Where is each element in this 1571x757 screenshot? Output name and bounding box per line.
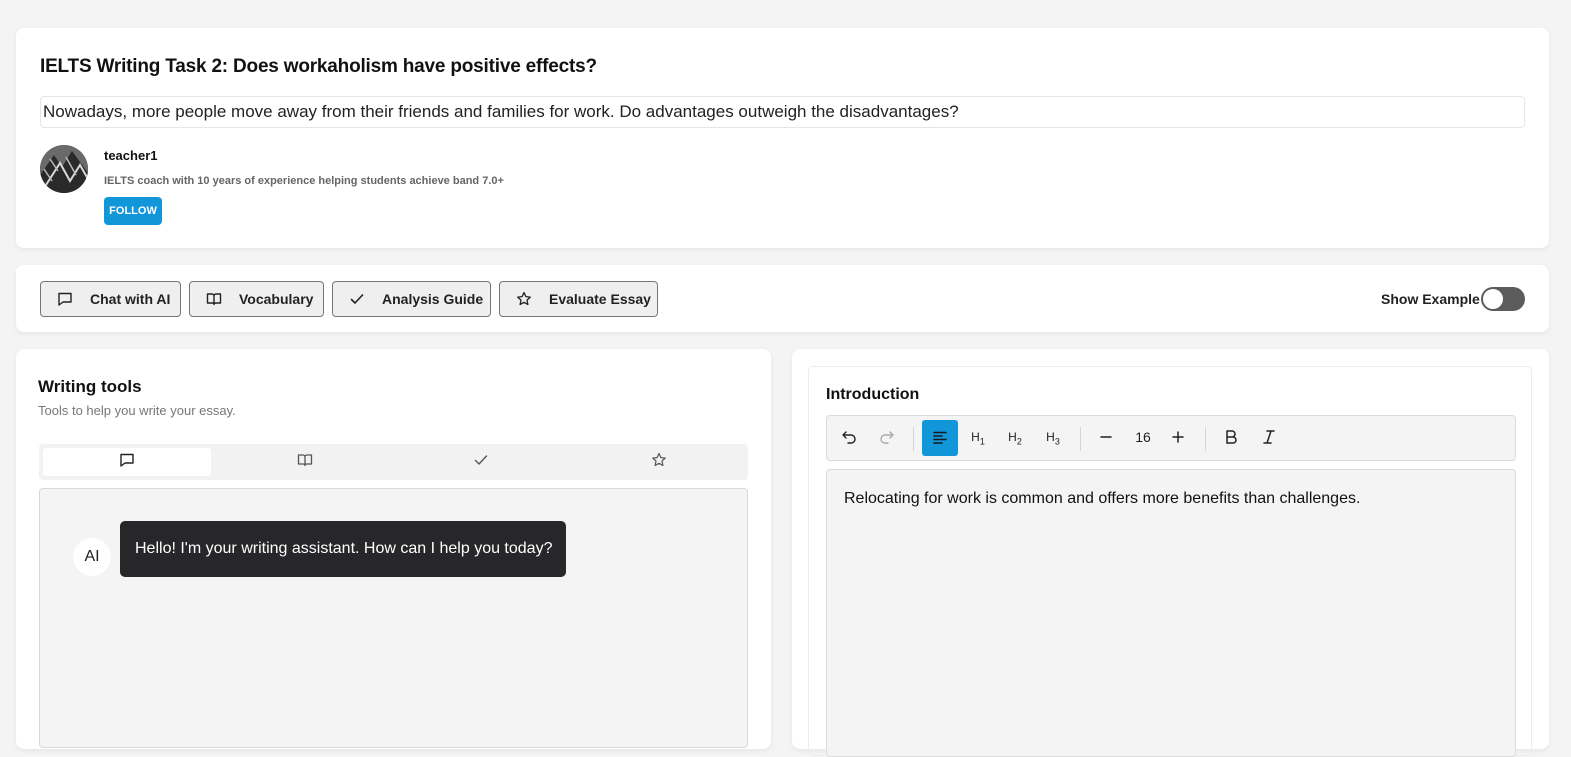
redo-icon: [879, 429, 895, 448]
writing-tools-subtitle: Tools to help you write your essay.: [38, 403, 236, 418]
vocabulary-label: Vocabulary: [239, 291, 314, 307]
show-example-toggle[interactable]: [1481, 287, 1525, 311]
page-title: IELTS Writing Task 2: Does workaholism h…: [40, 56, 597, 77]
redo-button[interactable]: [870, 421, 904, 455]
evaluate-essay-button[interactable]: Evaluate Essay: [499, 281, 658, 317]
analysis-guide-label: Analysis Guide: [382, 291, 484, 307]
vocabulary-button[interactable]: Vocabulary: [189, 281, 324, 317]
editor-section: Introduction H1 H2 H3 16 Relocating for …: [808, 366, 1532, 757]
section-title: Introduction: [826, 386, 920, 403]
undo-icon: [841, 429, 857, 448]
bold-icon: [1224, 429, 1238, 448]
tab-analysis[interactable]: [397, 448, 565, 476]
essay-editor[interactable]: Relocating for work is common and offers…: [826, 469, 1516, 757]
show-example-label: Show Example: [1381, 291, 1480, 307]
author-name[interactable]: teacher1: [104, 148, 157, 163]
tools-bar: Chat with AI Vocabulary Analysis Guide E…: [16, 265, 1549, 332]
check-icon: [473, 452, 489, 473]
writing-tools-title: Writing tools: [38, 377, 142, 396]
ai-message: Hello! I'm your writing assistant. How c…: [120, 521, 566, 577]
analysis-guide-button[interactable]: Analysis Guide: [332, 281, 491, 317]
chat-area[interactable]: AI Hello! I'm your writing assistant. Ho…: [39, 488, 748, 748]
tab-chat[interactable]: [43, 448, 211, 476]
editor-panel: Introduction H1 H2 H3 16 Relocating for …: [792, 349, 1549, 757]
star-icon: [651, 452, 667, 473]
chat-with-ai-label: Chat with AI: [90, 291, 171, 307]
tab-evaluate[interactable]: [575, 448, 743, 476]
toolbar-divider: [1080, 427, 1081, 451]
task-prompt: Nowadays, more people move away from the…: [40, 96, 1525, 128]
writing-tools-tabs: [39, 444, 748, 480]
author-bio: IELTS coach with 10 years of experience …: [104, 175, 504, 187]
minus-icon: [1099, 430, 1113, 447]
book-open-icon: [206, 291, 222, 307]
evaluate-essay-label: Evaluate Essay: [549, 291, 651, 307]
undo-button[interactable]: [832, 421, 866, 455]
editor-toolbar: H1 H2 H3 16: [826, 415, 1516, 461]
heading-2-button[interactable]: H2: [998, 421, 1032, 455]
heading-1-icon: H1: [971, 429, 985, 447]
italic-icon: [1262, 429, 1276, 448]
ai-avatar: AI: [73, 538, 111, 576]
avatar[interactable]: [40, 145, 88, 193]
heading-1-button[interactable]: H1: [961, 421, 995, 455]
toggle-knob: [1483, 289, 1503, 309]
toolbar-divider: [913, 427, 914, 451]
writing-tools-panel: Writing tools Tools to help you write yo…: [16, 349, 771, 749]
bold-button[interactable]: [1214, 421, 1248, 455]
font-size-value: 16: [1135, 429, 1151, 445]
follow-button[interactable]: FOLLOW: [104, 197, 162, 225]
heading-3-button[interactable]: H3: [1036, 421, 1070, 455]
toolbar-divider: [1205, 427, 1206, 451]
align-left-icon: [932, 429, 948, 448]
align-left-button[interactable]: [922, 420, 958, 456]
heading-3-icon: H3: [1046, 429, 1060, 447]
increase-font-button[interactable]: [1161, 421, 1195, 455]
heading-2-icon: H2: [1008, 429, 1022, 447]
task-card: IELTS Writing Task 2: Does workaholism h…: [16, 28, 1549, 248]
book-open-icon: [297, 452, 313, 473]
tab-vocabulary[interactable]: [221, 448, 389, 476]
star-icon: [516, 291, 532, 307]
chat-bubble-icon: [119, 452, 135, 473]
chat-bubble-icon: [57, 291, 73, 307]
chat-with-ai-button[interactable]: Chat with AI: [40, 281, 181, 317]
decrease-font-button[interactable]: [1089, 421, 1123, 455]
check-icon: [349, 291, 365, 307]
plus-icon: [1171, 430, 1185, 447]
italic-button[interactable]: [1252, 421, 1286, 455]
